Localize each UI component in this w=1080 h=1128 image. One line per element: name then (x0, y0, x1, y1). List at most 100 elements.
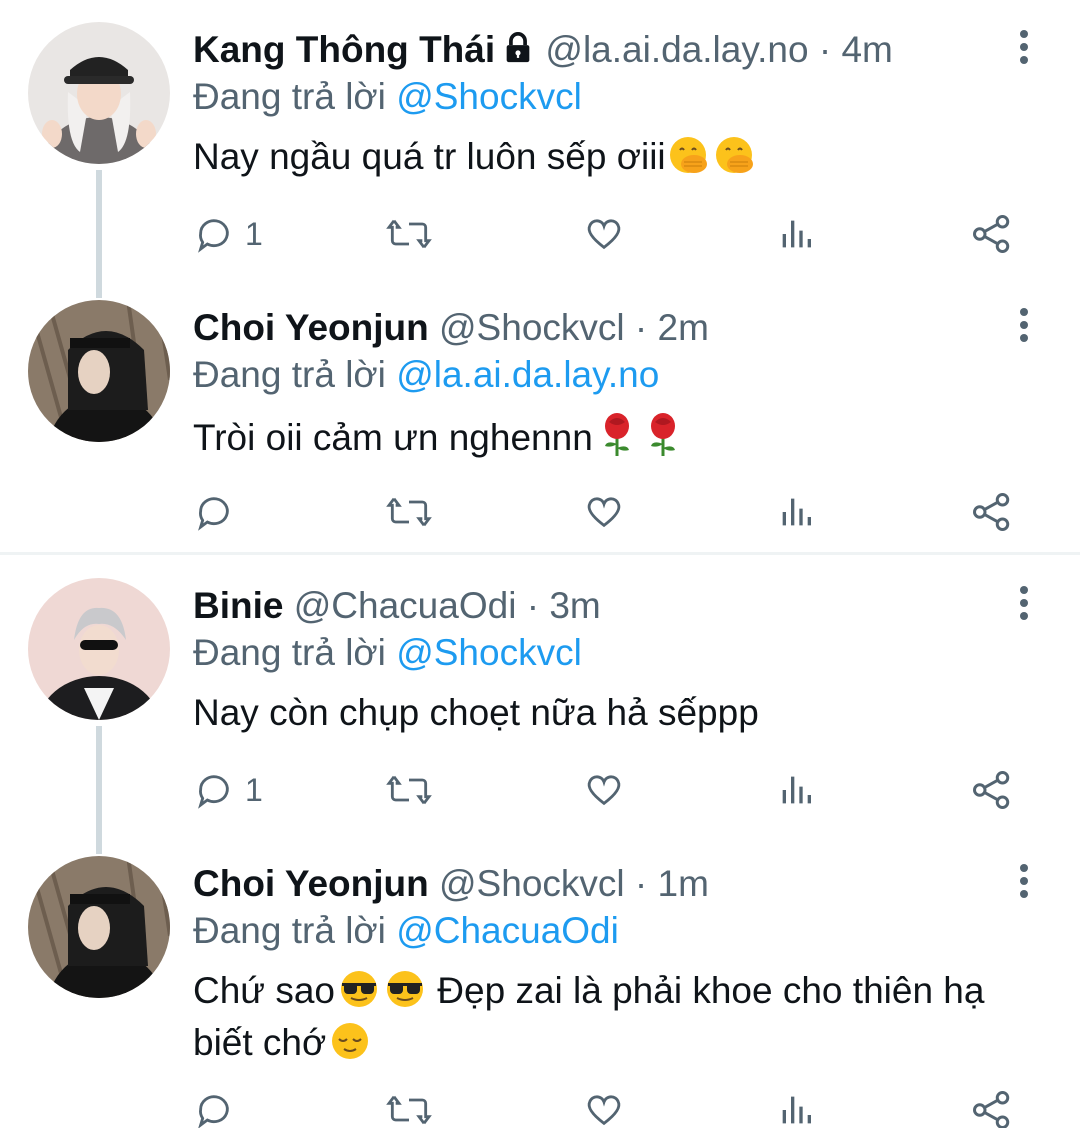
thread-connector (96, 170, 102, 298)
tweet-text: Nay còn chụp choẹt nữa hả sếppp (193, 690, 1000, 736)
lock-icon (501, 29, 535, 77)
like-button[interactable] (583, 768, 625, 812)
share-icon (971, 769, 1013, 811)
tweet-content: Kang Thông Thái @la.ai.da.lay.no · 4m Đa… (193, 26, 1000, 186)
replying-to: Đang trả lời @Shockvcl (193, 630, 1000, 676)
more-options-icon[interactable] (1018, 30, 1030, 70)
share-icon (971, 213, 1013, 255)
replying-to: Đang trả lời @Shockvcl (193, 74, 1000, 120)
tweet-content: Binie @ChacuaOdi · 3m Đang trả lời @Shoc… (193, 582, 1000, 736)
replying-prefix: Đang trả lời (193, 910, 386, 951)
sunglasses-emoji (383, 969, 427, 1020)
timestamp[interactable]: 3m (549, 585, 600, 626)
share-button[interactable] (971, 1088, 1013, 1128)
mention-link[interactable]: @ChacuaOdi (396, 910, 619, 951)
tweet-content: Choi Yeonjun @Shockvcl · 2m Đang trả lời… (193, 304, 1000, 467)
tweet-header: Kang Thông Thái @la.ai.da.lay.no · 4m (193, 26, 1000, 74)
tweet-content: Choi Yeonjun @Shockvcl · 1m Đang trả lời… (193, 860, 1000, 1072)
mention-link[interactable]: @Shockvcl (396, 76, 582, 117)
retweet-icon (385, 1090, 433, 1128)
retweet-button[interactable] (385, 212, 433, 256)
tweet-text-body: Nay còn chụp choẹt nữa hả sếppp (193, 692, 759, 733)
avatar[interactable] (28, 300, 170, 442)
retweet-button[interactable] (385, 768, 433, 812)
replying-to: Đang trả lời @ChacuaOdi (193, 908, 1000, 954)
retweet-icon (385, 770, 433, 810)
display-name[interactable]: Kang Thông Thái (193, 29, 495, 70)
views-button[interactable] (778, 1088, 814, 1128)
like-button[interactable] (583, 1088, 625, 1128)
like-button[interactable] (583, 212, 625, 256)
avatar[interactable] (28, 22, 170, 164)
tweet-text: Chứ sao Đẹp zai là phải khoe cho thiên h… (193, 968, 1000, 1072)
tweet-text-part: Đẹp zai là phải khoe cho thiên hạ (437, 970, 985, 1011)
separator: · (526, 585, 540, 626)
like-button[interactable] (583, 490, 625, 534)
heart-icon (583, 214, 625, 254)
tweet-actions: 1 (193, 212, 1020, 256)
rose-emoji (641, 412, 685, 467)
reply-icon (193, 1090, 235, 1128)
reply-button[interactable]: 1 (193, 212, 263, 256)
replying-prefix: Đang trả lời (193, 76, 386, 117)
heart-icon (583, 492, 625, 532)
tweet-text: Tròi oii cảm ưn nghennn (193, 412, 1000, 467)
tweet-header: Choi Yeonjun @Shockvcl · 1m (193, 860, 1000, 908)
thread-connector (96, 726, 102, 854)
more-options-icon[interactable] (1018, 586, 1030, 626)
share-button[interactable] (971, 768, 1013, 812)
timestamp[interactable]: 1m (658, 863, 709, 904)
reply-count: 1 (245, 215, 263, 252)
tweet-header: Binie @ChacuaOdi · 3m (193, 582, 1000, 630)
tweet-actions (193, 1088, 1020, 1128)
mention-link[interactable]: @Shockvcl (396, 632, 582, 673)
rose-emoji (595, 412, 639, 467)
tweet-text-part: biết chớ (193, 1022, 327, 1063)
reply-count: 1 (245, 771, 263, 808)
heart-icon (583, 1090, 625, 1128)
timestamp[interactable]: 4m (841, 29, 892, 70)
views-button[interactable] (778, 490, 814, 534)
user-handle[interactable]: @la.ai.da.lay.no (545, 29, 808, 70)
separator: · (634, 863, 648, 904)
reply-button[interactable] (193, 1088, 235, 1128)
reply-button[interactable] (193, 490, 235, 534)
analytics-icon (778, 214, 814, 254)
share-icon (971, 491, 1013, 533)
tweet-header: Choi Yeonjun @Shockvcl · 2m (193, 304, 1000, 352)
timestamp[interactable]: 2m (658, 307, 709, 348)
hand-over-mouth-emoji (668, 135, 712, 186)
tweet-actions: 1 (193, 768, 1020, 812)
user-handle[interactable]: @Shockvcl (439, 307, 625, 348)
display-name[interactable]: Choi Yeonjun (193, 863, 429, 904)
views-button[interactable] (778, 768, 814, 812)
sunglasses-emoji (337, 969, 381, 1020)
display-name[interactable]: Choi Yeonjun (193, 307, 429, 348)
retweet-button[interactable] (385, 490, 433, 534)
tweet-text-body: Tròi oii cảm ưn nghennn (193, 417, 593, 458)
share-button[interactable] (971, 490, 1013, 534)
tweet-text-body: Nay ngầu quá tr luôn sếp ơiii (193, 136, 666, 177)
analytics-icon (778, 1090, 814, 1128)
analytics-icon (778, 770, 814, 810)
user-handle[interactable]: @Shockvcl (439, 863, 625, 904)
retweet-icon (385, 492, 433, 532)
user-handle[interactable]: @ChacuaOdi (294, 585, 517, 626)
reply-button[interactable]: 1 (193, 768, 263, 812)
more-options-icon[interactable] (1018, 864, 1030, 904)
replying-prefix: Đang trả lời (193, 632, 386, 673)
mention-link[interactable]: @la.ai.da.lay.no (396, 354, 659, 395)
relieved-face-emoji (328, 1021, 372, 1072)
reply-feed: Kang Thông Thái @la.ai.da.lay.no · 4m Đa… (0, 0, 1080, 1128)
heart-icon (583, 770, 625, 810)
avatar[interactable] (28, 856, 170, 998)
more-options-icon[interactable] (1018, 308, 1030, 348)
share-button[interactable] (971, 212, 1013, 256)
avatar[interactable] (28, 578, 170, 720)
retweet-button[interactable] (385, 1088, 433, 1128)
views-button[interactable] (778, 212, 814, 256)
replying-prefix: Đang trả lời (193, 354, 386, 395)
display-name[interactable]: Binie (193, 585, 283, 626)
hand-over-mouth-emoji (714, 135, 758, 186)
thread-divider (0, 552, 1080, 555)
